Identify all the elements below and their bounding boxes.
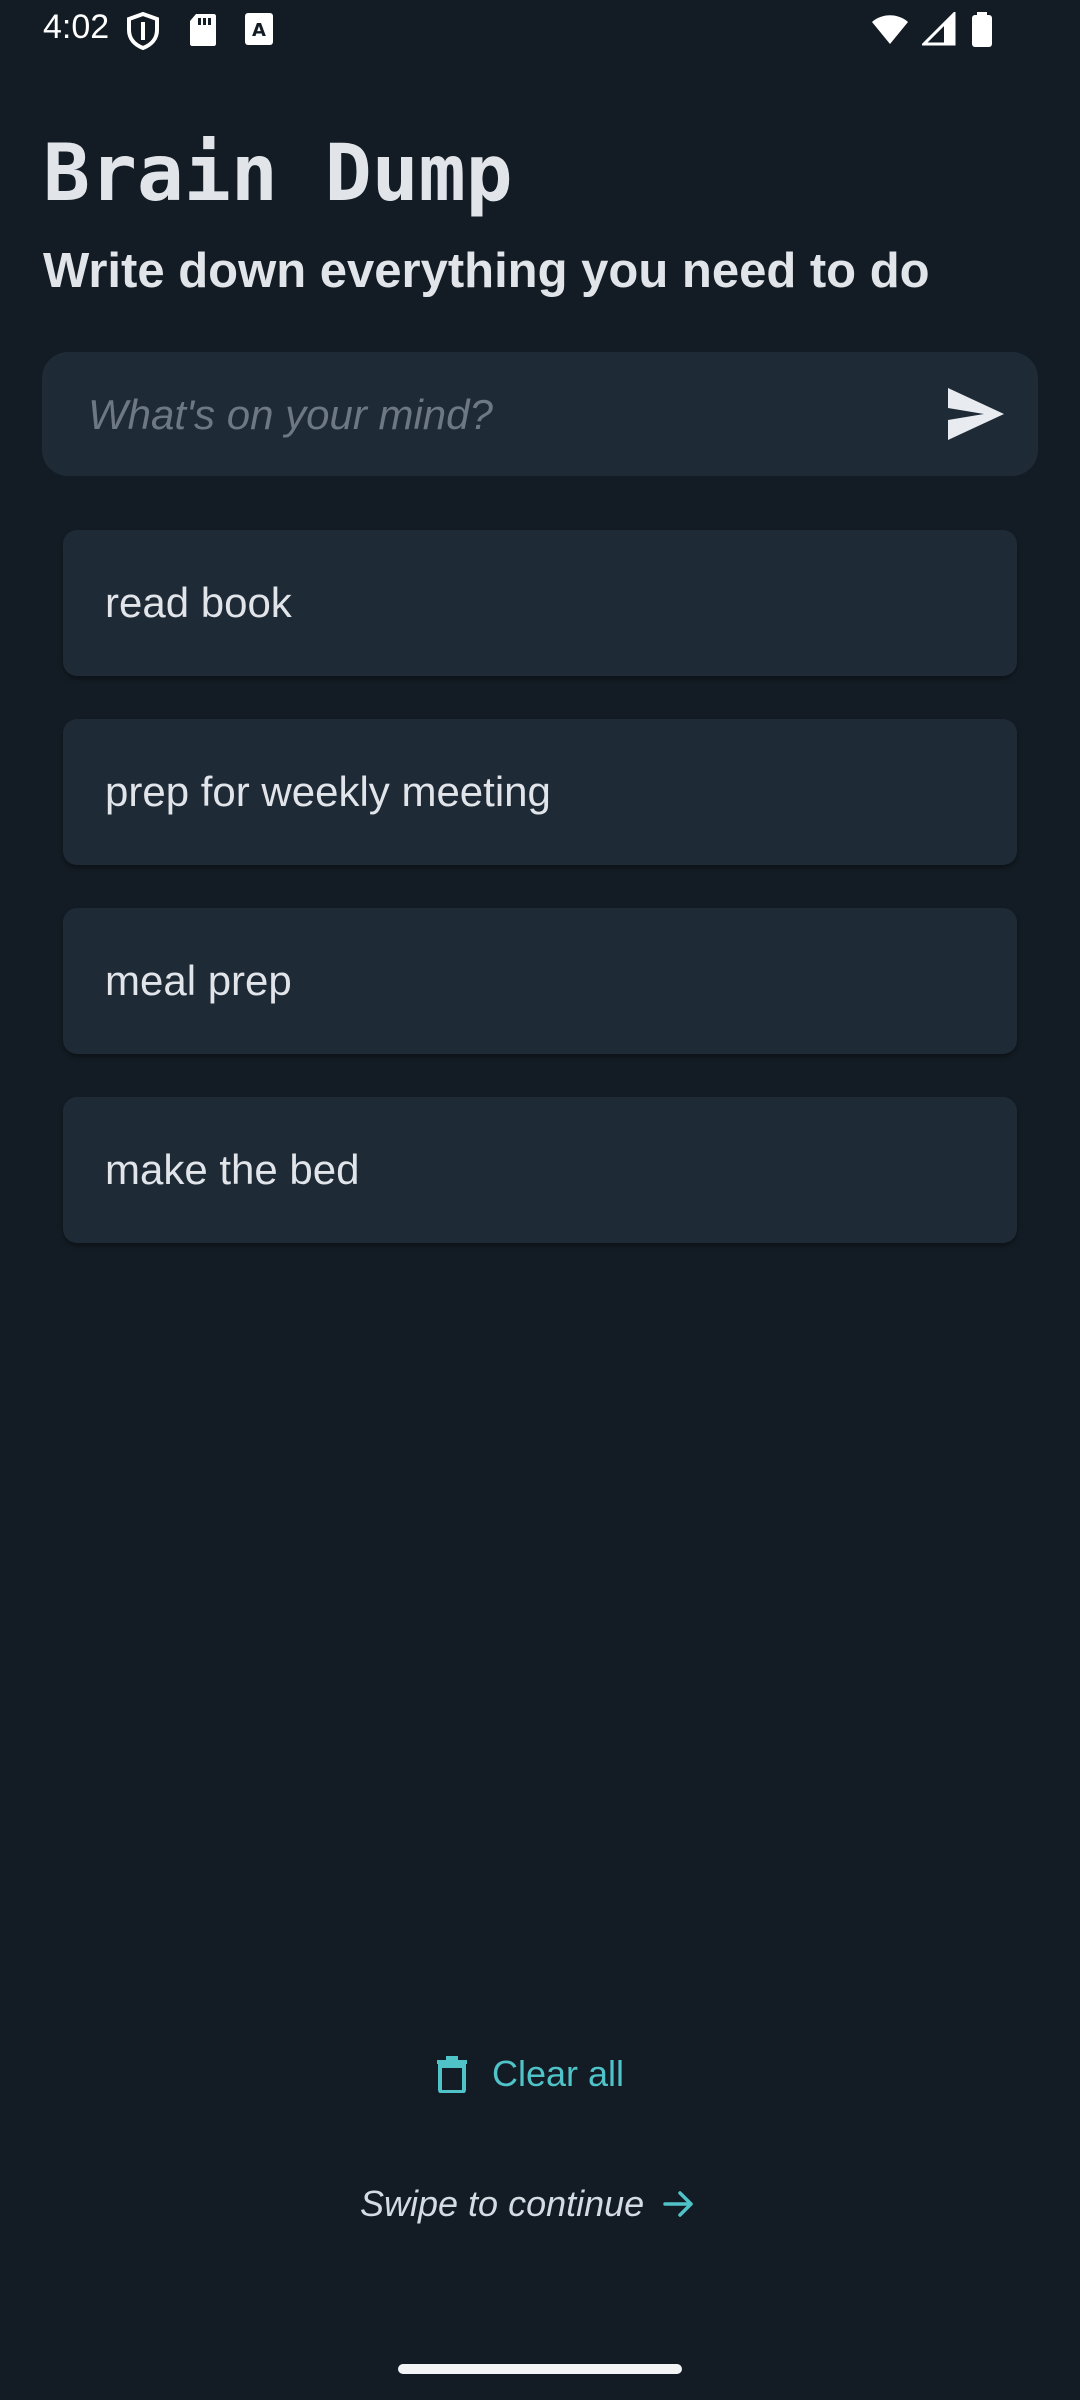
task-input[interactable] bbox=[86, 352, 950, 478]
arrow-right-icon bbox=[663, 2191, 693, 2217]
status-right-icons bbox=[870, 12, 1040, 52]
svg-text:A: A bbox=[252, 20, 266, 41]
trash-icon bbox=[437, 2056, 467, 2093]
swipe-hint: Swipe to continue bbox=[360, 2178, 696, 2230]
send-icon bbox=[948, 388, 1004, 440]
task-label: read book bbox=[105, 579, 292, 626]
task-input-container bbox=[42, 352, 1038, 478]
clear-all-button[interactable]: Clear all bbox=[436, 2048, 624, 2100]
gesture-navigation-bar[interactable] bbox=[398, 2364, 682, 2374]
clear-all-label: Clear all bbox=[492, 2053, 625, 2094]
cell-signal-icon bbox=[922, 12, 956, 46]
send-button[interactable] bbox=[944, 384, 1008, 444]
battery-icon bbox=[972, 12, 992, 47]
status-time: 4:02 bbox=[43, 8, 110, 46]
task-item[interactable]: read book bbox=[63, 530, 1017, 676]
page-subtitle: Write down everything you need to do bbox=[43, 244, 930, 298]
task-label: make the bed bbox=[105, 1146, 360, 1193]
task-label: meal prep bbox=[105, 957, 292, 1004]
task-item[interactable]: meal prep bbox=[63, 908, 1017, 1054]
page-title: Brain Dump bbox=[43, 129, 513, 219]
task-item[interactable]: prep for weekly meeting bbox=[63, 719, 1017, 865]
brain-dump-screen: 4:02 A Brain Dump Write down everything … bbox=[0, 0, 1080, 2400]
task-label: prep for weekly meeting bbox=[105, 768, 551, 815]
status-bar: 4:02 A bbox=[0, 0, 1080, 64]
task-list: read book prep for weekly meeting meal p… bbox=[63, 530, 1017, 1286]
keyboard-a-icon: A bbox=[245, 13, 273, 45]
sd-card-icon bbox=[190, 14, 216, 46]
swipe-label: Swipe to continue bbox=[360, 2183, 645, 2224]
wifi-icon bbox=[872, 15, 908, 44]
shield-icon bbox=[127, 12, 159, 50]
task-item[interactable]: make the bed bbox=[63, 1097, 1017, 1243]
